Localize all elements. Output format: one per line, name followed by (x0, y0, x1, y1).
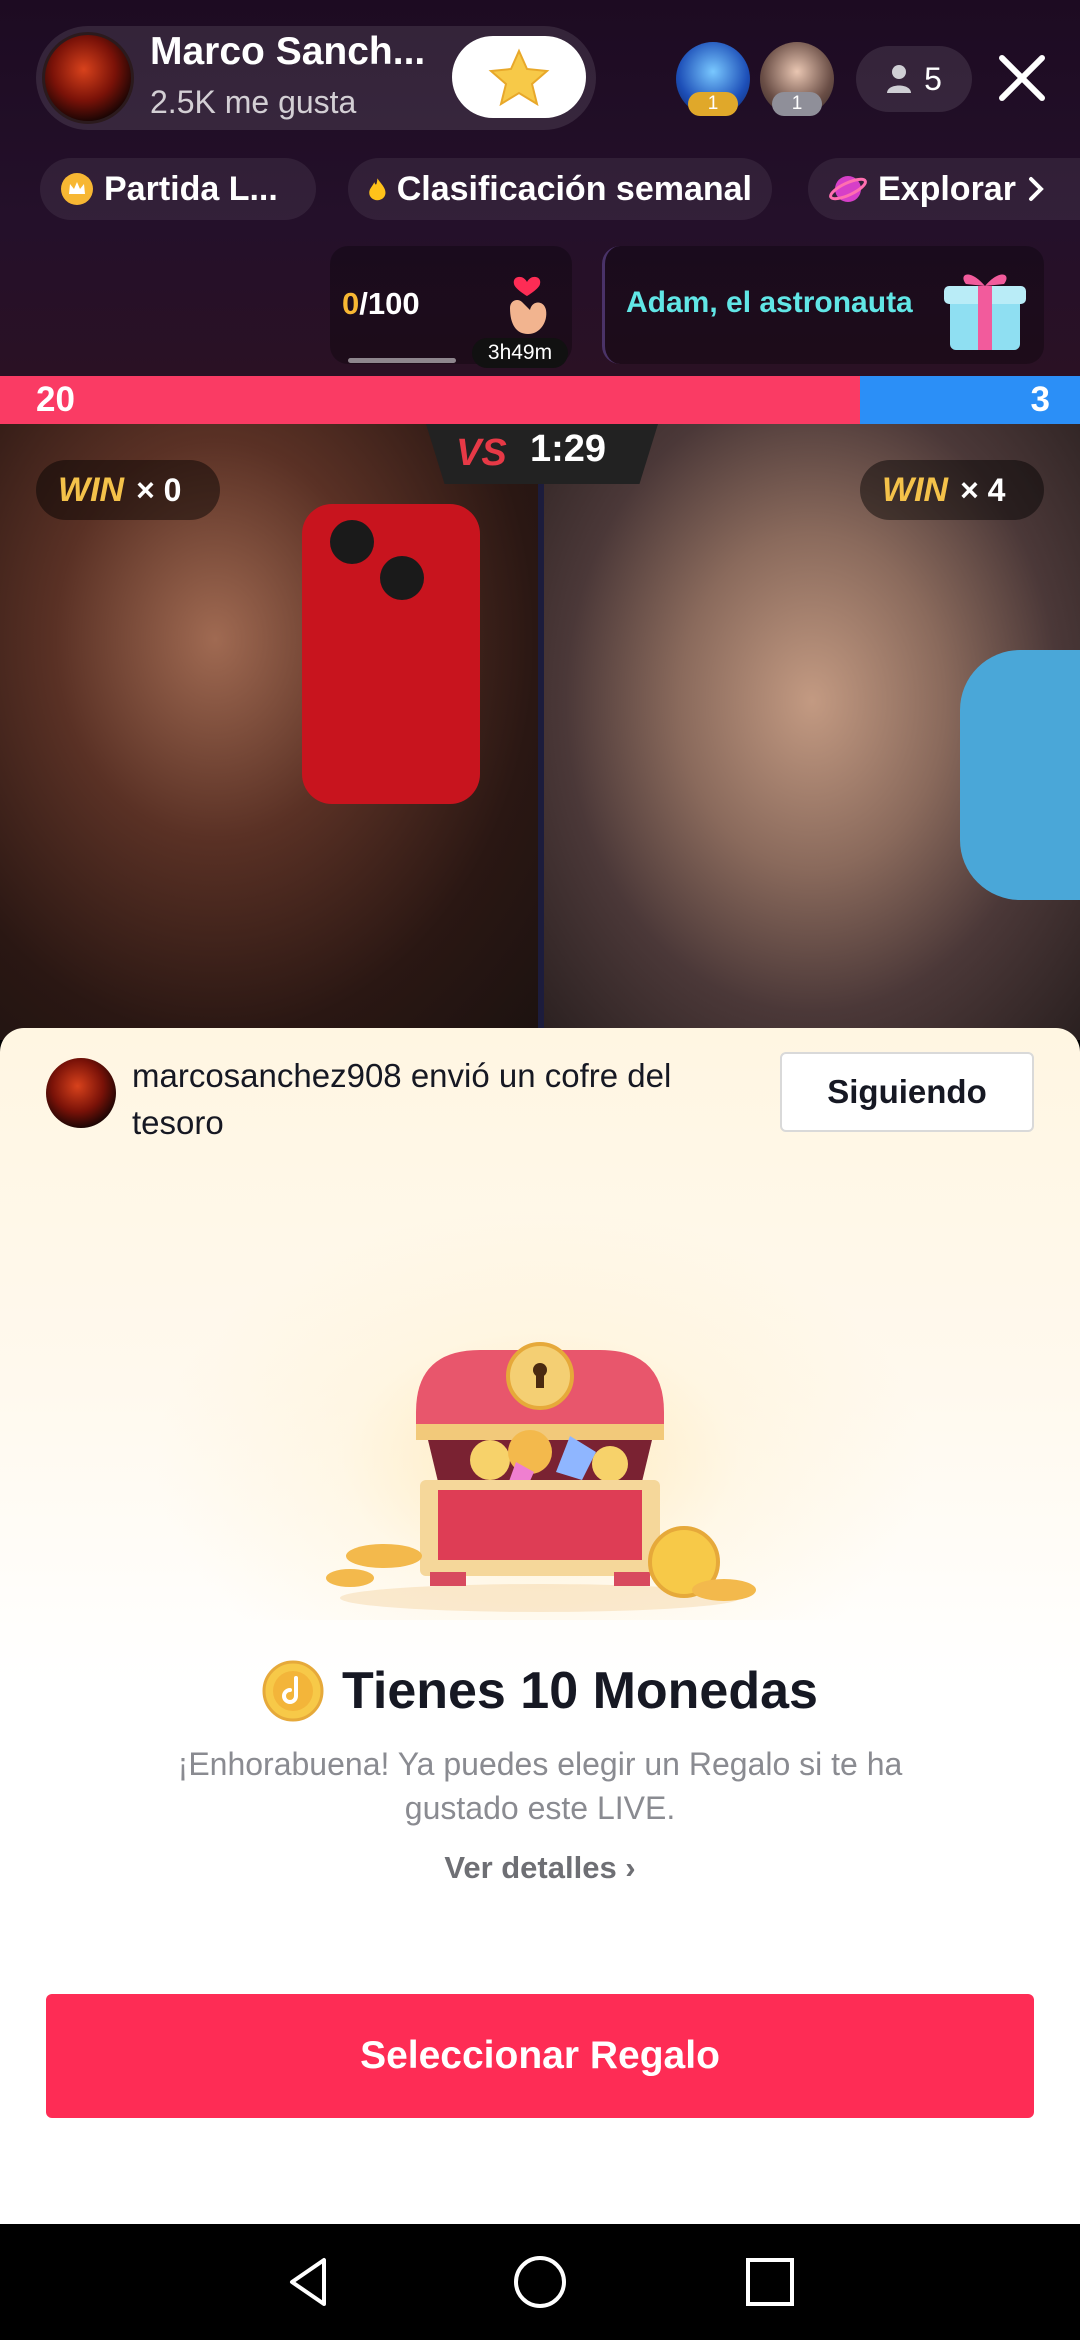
promo-text: Adam, el astronauta (626, 286, 913, 319)
sender-avatar[interactable] (46, 1058, 116, 1128)
heart-hand-icon (510, 276, 547, 334)
close-icon[interactable] (990, 46, 1054, 110)
left-win-streak: WIN × 0 (36, 460, 220, 520)
left-score: 20 (36, 380, 75, 419)
tag-match[interactable]: Partida L... (40, 158, 316, 220)
goal-total: /100 (359, 286, 420, 321)
tag-label: Partida L... (104, 169, 278, 208)
vs-logo: VS (456, 432, 507, 474)
rank-badge: 1 (772, 92, 822, 116)
person-icon (887, 65, 912, 93)
phone-in-video (302, 504, 480, 804)
right-score: 3 (1030, 380, 1050, 419)
goal-progress-bar (348, 358, 456, 363)
win-label: WIN (882, 470, 949, 509)
follow-button[interactable] (452, 36, 586, 118)
host-avatar[interactable] (42, 32, 134, 124)
right-win-streak: WIN × 4 (860, 460, 1044, 520)
goal-current: 0 (342, 286, 360, 321)
host-likes: 2.5K me gusta (150, 84, 357, 120)
host-name: Marco Sanch... (150, 30, 426, 73)
goal-timer: 3h49m (472, 338, 568, 368)
recents-icon[interactable] (740, 2252, 800, 2312)
viewer-count[interactable]: 5 (856, 46, 972, 112)
coins-heading: Tienes 10 Monedas (0, 1660, 1080, 1722)
win-count: × 4 (960, 471, 1006, 508)
planet-icon (829, 176, 867, 202)
camera-lens (380, 556, 424, 600)
chevron-right-icon (1028, 177, 1044, 201)
tag-label: Clasificación semanal (396, 169, 752, 208)
coin-icon (262, 1660, 324, 1722)
tag-explore[interactable]: Explorar (808, 158, 1080, 220)
back-icon[interactable] (280, 2252, 340, 2312)
sender-message: marcosanchez908 envió un cofre del tesor… (132, 1057, 672, 1141)
gift-icon (944, 274, 1026, 350)
following-button[interactable]: Siguiendo (780, 1052, 1034, 1132)
plush-toy (960, 650, 1080, 900)
camera-lens (330, 520, 374, 564)
coins-title: Tienes 10 Monedas (342, 1662, 818, 1720)
select-gift-button[interactable]: Seleccionar Regalo (46, 1994, 1034, 2118)
flame-icon (369, 178, 386, 201)
view-details-link[interactable]: Ver detalles › (0, 1850, 1080, 1886)
viewer-count-value: 5 (924, 60, 942, 97)
home-icon[interactable] (510, 2252, 570, 2312)
win-label: WIN (58, 470, 125, 509)
crown-icon (61, 173, 93, 205)
congrats-text: ¡Enhorabuena! Ya puedes elegir un Regalo… (177, 1746, 903, 1826)
rank-badge: 1 (688, 92, 738, 116)
win-count: × 0 (136, 471, 182, 508)
battle-timer: 1:29 (530, 428, 607, 470)
star-icon (488, 48, 550, 107)
tag-weekly-ranking[interactable]: Clasificación semanal (348, 158, 772, 220)
gift-goal-progress: 0/100 (342, 286, 420, 322)
treasure-chest-icon (326, 1342, 756, 1612)
tag-label: Explorar (878, 169, 1016, 208)
